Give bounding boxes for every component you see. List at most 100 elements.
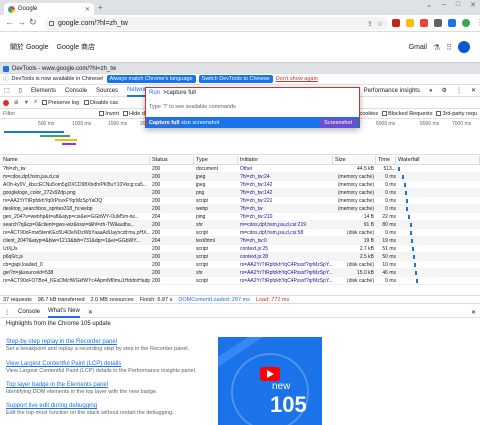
request-initiator[interactable]: context.js:28 xyxy=(238,254,333,260)
error-count-icon[interactable]: ● xyxy=(429,88,433,94)
close-drawer-icon[interactable]: ✕ xyxy=(471,309,476,316)
preserve-log-checkbox[interactable]: Preserve log xyxy=(42,100,79,106)
request-count: 37 requests xyxy=(3,296,32,303)
result-text: size screenshot xyxy=(179,119,220,126)
chevron-down-icon[interactable]: ⌄ xyxy=(426,1,432,9)
col-initiator[interactable]: Initiator xyxy=(238,156,333,164)
inspect-icon[interactable]: ⬚ xyxy=(4,87,10,94)
whats-new-item[interactable]: Support live edit during debugging Edit … xyxy=(6,403,202,416)
record-icon[interactable] xyxy=(3,99,9,106)
extension-icon[interactable] xyxy=(434,19,442,27)
tab-elements[interactable]: Elements xyxy=(31,88,56,94)
maximize-icon[interactable]: □ xyxy=(456,1,460,9)
close-devtools-icon[interactable]: ✕ xyxy=(471,87,476,94)
tab-sources[interactable]: Sources xyxy=(96,88,118,94)
more-options-icon[interactable]: ⋮ xyxy=(456,87,462,94)
youtube-play-icon[interactable] xyxy=(260,367,280,381)
filter-icon[interactable]: ▼ xyxy=(24,100,29,106)
whats-new-title[interactable]: Top layer badge in the Elements panel xyxy=(6,382,202,388)
info-text: DevTools is now available in Chinese! xyxy=(11,76,104,82)
apps-grid-icon[interactable]: ⠿ xyxy=(446,43,452,52)
request-initiator[interactable]: ?hl=zh_tw:210 xyxy=(238,214,333,220)
command-result-capture-full[interactable]: Capture full size screenshot Screenshot xyxy=(146,117,359,128)
extension-icon[interactable] xyxy=(420,19,428,27)
back-icon[interactable]: ← xyxy=(5,17,14,27)
account-avatar[interactable] xyxy=(458,41,470,53)
third-party-checkbox[interactable]: 3rd-party requ xyxy=(436,111,477,117)
table-row[interactable]: rs=ACT90oFOTBo4_KEsDMcfWGkfWYc4ApmNf0mu1… xyxy=(0,277,480,285)
col-status[interactable]: Status xyxy=(150,156,194,164)
request-initiator[interactable]: Other xyxy=(238,166,333,172)
whats-new-item[interactable]: View Largest Contentful Paint (LCP) deta… xyxy=(6,361,202,374)
request-status: 200 xyxy=(152,197,161,204)
request-initiator[interactable]: ?hl=zh_tw:0 xyxy=(238,238,333,244)
disable-cache-checkbox[interactable]: Disable cac xyxy=(84,100,118,106)
kebab-menu-icon[interactable]: ⋮ xyxy=(476,19,480,27)
device-toolbar-icon[interactable]: ▯ xyxy=(19,87,22,94)
waterfall-cell xyxy=(396,277,480,285)
request-status: 200 xyxy=(152,261,161,268)
request-initiator[interactable]: m=cdos,dpf,hsm,jsa,d,csi:58 xyxy=(238,230,333,236)
whats-new-title[interactable]: Support live edit during debugging xyxy=(6,403,202,409)
drawer-menu-icon[interactable]: ⋮ xyxy=(4,309,10,316)
labs-icon[interactable]: ⚗ xyxy=(433,43,440,52)
request-initiator[interactable]: rs=AA2YrTtRpfzkhYqC4Pssxf?qrMzSpY... xyxy=(238,278,333,284)
bookmark-star-icon[interactable]: ☆ xyxy=(377,20,383,28)
minimize-icon[interactable]: – xyxy=(442,1,446,9)
request-initiator[interactable]: ?hl=zh_tw:142 xyxy=(238,182,333,188)
request-initiator[interactable]: ?hl=zh_tw xyxy=(238,206,333,212)
whats-new-title[interactable]: View Largest Contentful Paint (LCP) deta… xyxy=(6,361,202,367)
request-initiator[interactable]: rs=AA2YrTtRpfzkhYqC4Pssxf?qrMzSpY... xyxy=(238,262,333,268)
tab-google[interactable]: Google ✕ xyxy=(4,3,94,15)
extension-icon[interactable] xyxy=(448,19,456,27)
close-window-icon[interactable]: ✕ xyxy=(470,1,476,9)
request-initiator[interactable]: context.js:25 xyxy=(238,246,333,252)
col-time[interactable]: Time xyxy=(376,156,396,164)
blocked-requests-checkbox[interactable]: Blocked Requests xyxy=(382,111,432,117)
search-icon[interactable]: ⌕ xyxy=(34,99,37,106)
request-initiator[interactable]: rs=AA2YrTtRpfzkhYqC4Pssxf?qrMzSpY... xyxy=(238,270,333,276)
close-tab-icon[interactable]: ✕ xyxy=(85,6,90,13)
col-type[interactable]: Type xyxy=(194,156,238,164)
request-size: (memory cache) xyxy=(337,181,374,188)
col-name[interactable]: Name xyxy=(0,156,150,164)
switch-chinese-button[interactable]: Switch DevTools to Chinese xyxy=(198,75,273,83)
share-icon[interactable]: ⇪ xyxy=(367,20,373,28)
drawer-tab-console[interactable]: Console xyxy=(18,309,40,315)
whats-new-item[interactable]: Step-by-step replay in the Recorder pane… xyxy=(6,339,202,352)
whats-new-desc: View Largest Contentful Paint (LCP) deta… xyxy=(6,368,197,374)
invert-checkbox[interactable]: Invert xyxy=(99,111,119,117)
clear-icon[interactable]: ⊘ xyxy=(14,100,19,106)
request-initiator[interactable]: ?hl=zh_tw:24 xyxy=(238,174,333,180)
extension-icon[interactable] xyxy=(406,19,414,27)
command-input[interactable]: Run >capture full xyxy=(149,90,357,100)
waterfall-bar xyxy=(410,222,412,227)
col-waterfall[interactable]: Waterfall xyxy=(396,156,480,164)
request-initiator[interactable]: ?hl=zh_tw:221 xyxy=(238,198,333,204)
address-bar[interactable]: google.com/?hl=zh_tw ⇪ ☆ xyxy=(44,17,388,30)
waterfall-bar xyxy=(406,198,408,203)
google-store-link[interactable]: Google 商店 xyxy=(57,42,96,52)
new-tab-icon[interactable]: + xyxy=(98,3,103,12)
reload-icon[interactable]: ↻ xyxy=(29,17,37,28)
gmail-link[interactable]: Gmail xyxy=(409,44,427,51)
chrome-105-promo-video[interactable]: new 105 xyxy=(218,337,322,425)
match-language-button[interactable]: Always match Chrome's language xyxy=(106,75,196,83)
request-initiator[interactable]: ?hl=zh_tw:142 xyxy=(238,190,333,196)
request-size: 44.5 kB xyxy=(357,165,374,172)
profile-avatar[interactable] xyxy=(462,19,470,27)
extension-icon[interactable] xyxy=(392,19,400,27)
drawer-tab-whats-new[interactable]: What's New xyxy=(48,307,80,318)
col-size[interactable]: Size xyxy=(333,156,376,164)
dont-show-again-link[interactable]: Don't show again xyxy=(276,76,318,82)
about-google-link[interactable]: 關於 Google xyxy=(10,42,49,52)
whats-new-title[interactable]: Step-by-step replay in the Recorder pane… xyxy=(6,339,202,345)
tab-performance-insights[interactable]: Performance insights xyxy=(364,88,420,94)
forward-icon[interactable]: → xyxy=(17,17,26,27)
whats-new-item[interactable]: Top layer badge in the Elements panel Id… xyxy=(6,382,202,395)
settings-gear-icon[interactable]: ⚙ xyxy=(442,87,447,94)
filter-input[interactable]: Filter xyxy=(3,111,15,117)
request-initiator[interactable]: m=cdos,dpf,hsm,jsa,d,csi:219 xyxy=(238,222,333,228)
tab-console[interactable]: Console xyxy=(65,88,87,94)
close-tab-icon[interactable]: ✕ xyxy=(88,309,93,316)
